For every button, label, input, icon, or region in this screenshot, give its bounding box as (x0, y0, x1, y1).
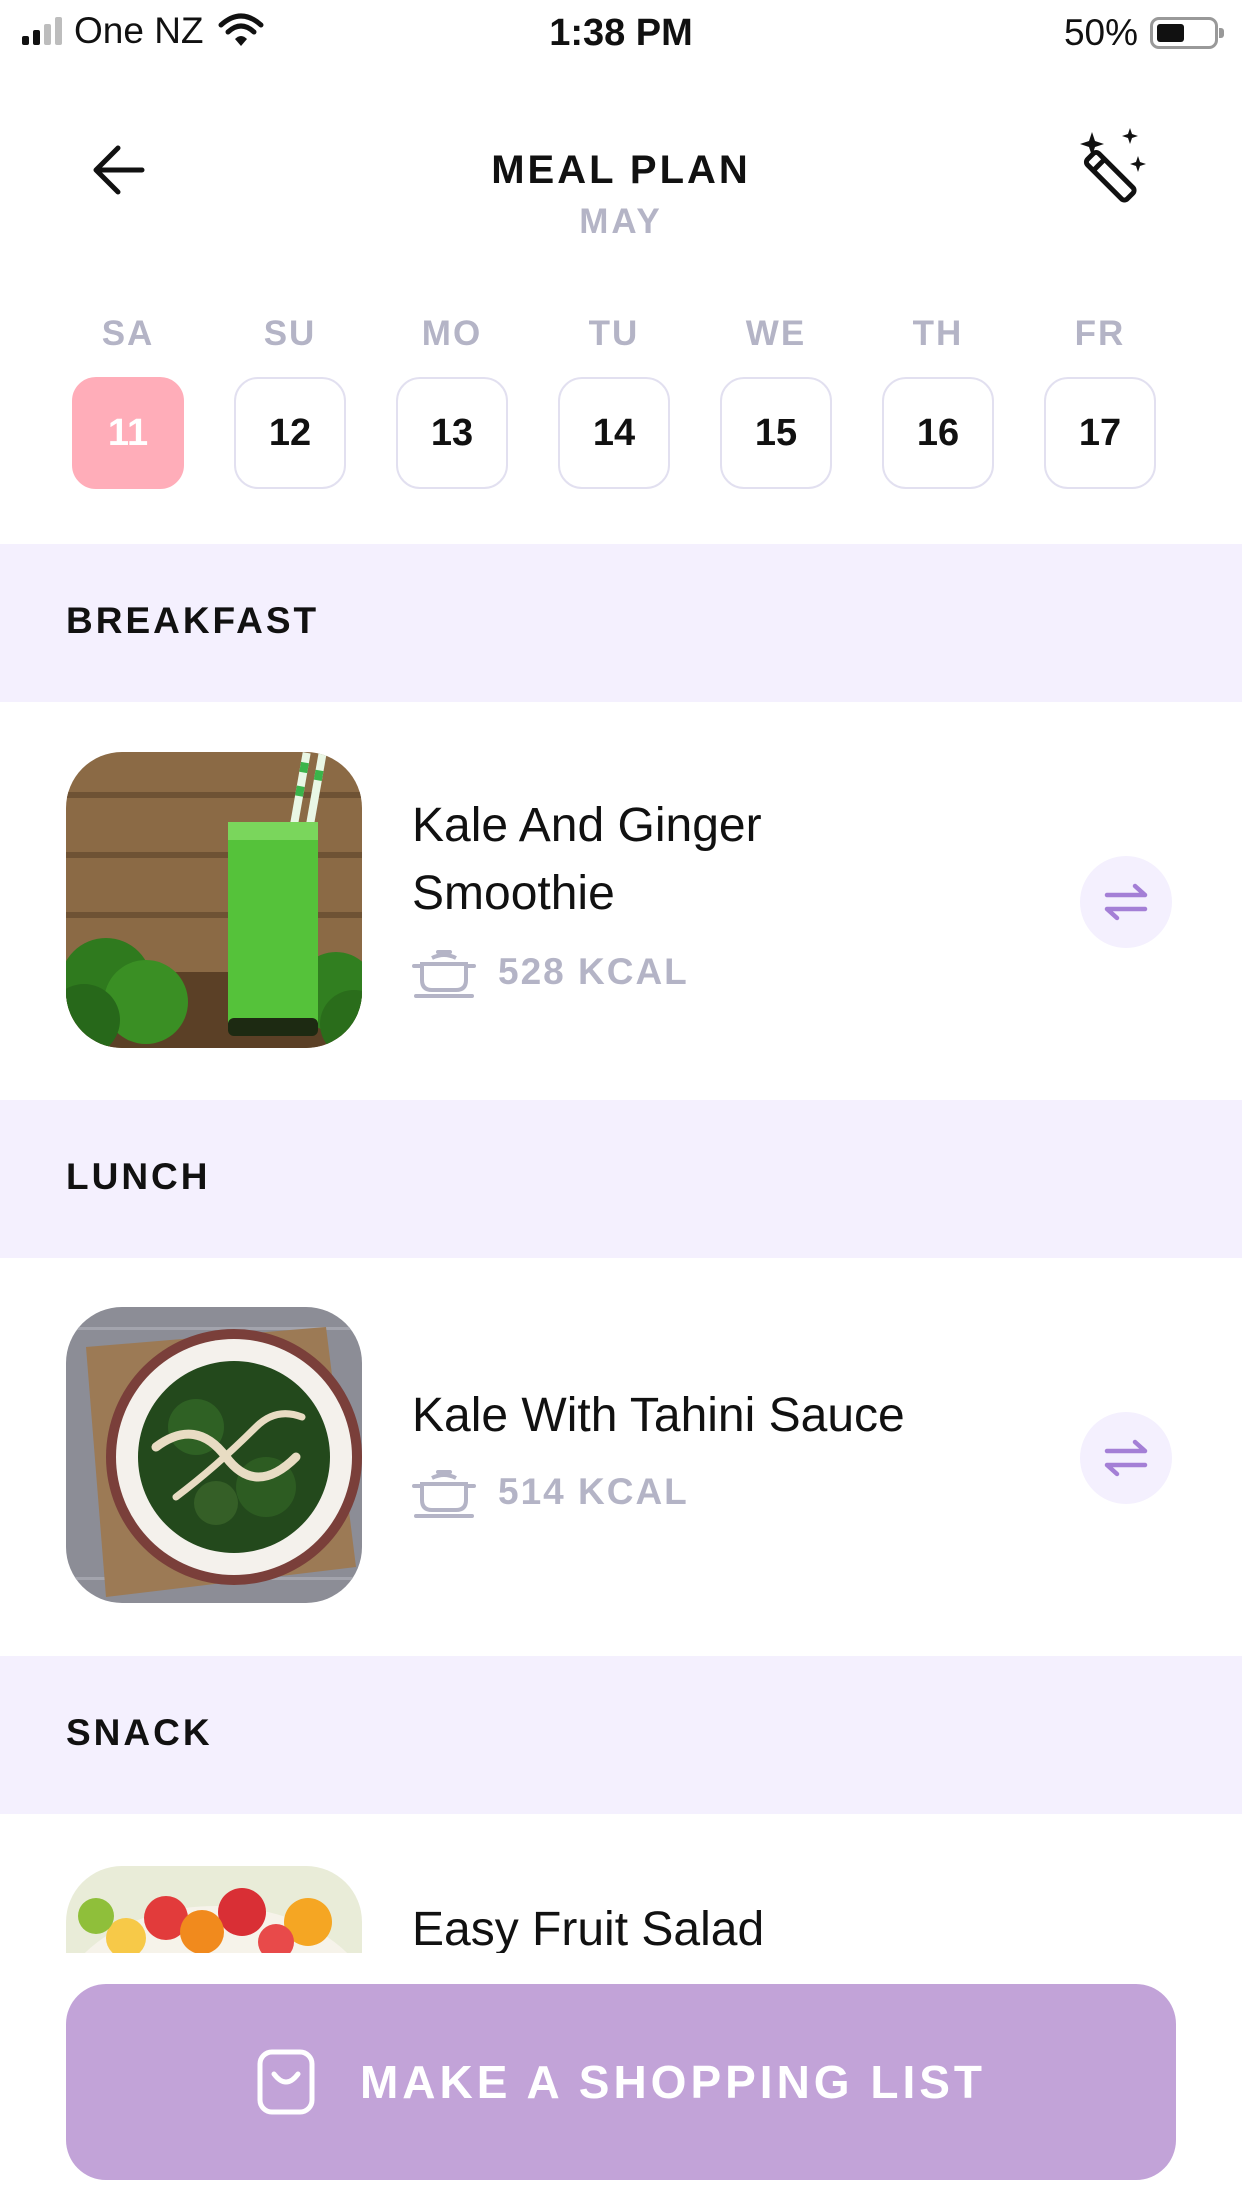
weekday-label: SA (101, 314, 155, 353)
status-time: 1:38 PM (549, 12, 693, 54)
swap-icon (1104, 883, 1148, 921)
shopping-bag-icon (257, 2049, 315, 2115)
swap-meal-button[interactable] (1080, 1412, 1172, 1504)
meal-image-kale-tahini (66, 1307, 362, 1603)
snack-section-header: SNACK (0, 1656, 1242, 1814)
day-button-14[interactable]: 14 (558, 377, 670, 489)
calorie-info: 514 KCAL (412, 1466, 689, 1518)
meal-image-fruit-salad (66, 1866, 362, 1953)
day-button-13[interactable]: 13 (396, 377, 508, 489)
meal-name: Kale And Ginger Smoothie (412, 799, 762, 920)
weekday-label: TU (588, 314, 640, 353)
meal-name: Kale With Tahini Sauce (412, 1389, 905, 1442)
day-button-15[interactable]: 15 (720, 377, 832, 489)
swap-icon (1104, 1439, 1148, 1477)
calorie-value: 528 KCAL (498, 951, 689, 992)
meal-card-snack[interactable]: Easy Fruit Salad (0, 1810, 1242, 1953)
calorie-value: 514 KCAL (498, 1471, 689, 1512)
weekday-label: FR (1074, 314, 1126, 353)
battery-group: 50% (1063, 12, 1224, 54)
day-button-11[interactable]: 11 (72, 377, 184, 489)
section-label: SNACK (66, 1712, 213, 1753)
magic-wand-icon (1080, 128, 1146, 203)
pot-icon (412, 1470, 476, 1518)
day-button-16[interactable]: 16 (882, 377, 994, 489)
calorie-info: 528 KCAL (412, 946, 689, 998)
weekday-label: WE (745, 314, 807, 353)
make-shopping-list-button[interactable]: MAKE A SHOPPING LIST (66, 1984, 1176, 2180)
auto-generate-button[interactable] (1070, 126, 1150, 206)
breakfast-section-header: BREAKFAST (0, 544, 1242, 702)
battery-icon (1150, 17, 1224, 49)
meal-image-smoothie (66, 752, 362, 1048)
day-button-12[interactable]: 12 (234, 377, 346, 489)
weekday-label: TH (912, 314, 964, 353)
page-subtitle: MAY (579, 202, 663, 241)
swap-meal-button[interactable] (1080, 856, 1172, 948)
weekday-label: SU (263, 314, 317, 353)
day-button-17[interactable]: 17 (1044, 377, 1156, 489)
weekday-label: MO (421, 314, 483, 353)
status-bar: One NZ 1:38 PM 50% (0, 0, 1242, 70)
shopping-list-label: MAKE A SHOPPING LIST (359, 2056, 987, 2108)
pot-icon (412, 950, 476, 998)
meal-name: Easy Fruit Salad (412, 1903, 765, 1953)
page-title: MEAL PLAN (491, 148, 751, 192)
battery-percent: 50% (1063, 12, 1138, 53)
lunch-section-header: LUNCH (0, 1100, 1242, 1258)
section-label: BREAKFAST (66, 600, 320, 641)
section-label: LUNCH (66, 1156, 211, 1197)
